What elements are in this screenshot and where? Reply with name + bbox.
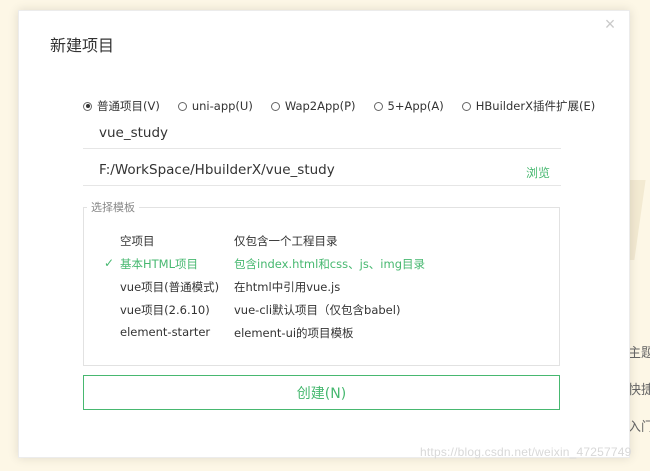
background-menu-shortcuts: 快捷	[628, 383, 650, 398]
project-path-value: F:/WorkSpace/HbuilderX/vue_study	[99, 162, 335, 178]
radio-unchecked-icon	[461, 101, 471, 111]
project-name-input[interactable]: vue_study	[83, 121, 561, 149]
radio-wap2app[interactable]: Wap2App(P)	[270, 99, 356, 113]
template-list: 空项目 仅包含一个工程目录 ✓ 基本HTML项目 包含index.html和cs…	[83, 207, 560, 366]
browse-button[interactable]: 浏览	[526, 164, 550, 181]
project-path-input[interactable]: F:/WorkSpace/HbuilderX/vue_study 浏览	[83, 158, 561, 186]
radio-unchecked-icon	[177, 101, 187, 111]
dialog-title: 新建项目	[50, 36, 115, 55]
template-item-element-starter[interactable]: element-starter element-ui的项目模板	[84, 322, 559, 344]
radio-label: HBuilderX插件扩展(E)	[475, 99, 596, 113]
template-legend: 选择模板	[87, 199, 139, 215]
radio-label: 5+App(A)	[387, 99, 444, 113]
template-item-vue-normal[interactable]: vue项目(普通模式) 在html中引用vue.js	[84, 276, 559, 298]
template-desc: vue-cli默认项目（仅包含babel)	[234, 303, 401, 317]
template-item-empty[interactable]: 空项目 仅包含一个工程目录	[84, 230, 559, 252]
checkmark-icon: ✓	[104, 256, 115, 270]
radio-label: 普通项目(V)	[97, 99, 160, 113]
watermark: https://blog.csdn.net/weixin_47257749	[420, 445, 632, 459]
radio-5plus-app[interactable]: 5+App(A)	[373, 99, 444, 113]
radio-unchecked-icon	[373, 101, 383, 111]
background-menu-theme: 主题	[628, 346, 650, 361]
template-item-basic-html[interactable]: ✓ 基本HTML项目 包含index.html和css、js、img目录	[84, 253, 559, 275]
radio-checked-icon	[83, 101, 92, 111]
template-desc: 在html中引用vue.js	[234, 280, 341, 294]
template-name: element-starter	[120, 325, 211, 339]
project-type-group: 普通项目(V) uni-app(U) Wap2App(P) 5+App(A) H…	[83, 98, 613, 114]
background-menu-intro: 入门	[628, 420, 650, 435]
template-name: vue项目(2.6.10)	[120, 303, 210, 317]
template-name: 基本HTML项目	[120, 257, 199, 271]
template-name: 空项目	[120, 234, 155, 248]
radio-unchecked-icon	[270, 101, 280, 111]
project-name-value: vue_study	[99, 125, 169, 141]
radio-uni-app[interactable]: uni-app(U)	[177, 99, 253, 113]
template-desc: 包含index.html和css、js、img目录	[234, 257, 426, 271]
template-desc: element-ui的项目模板	[234, 326, 354, 340]
radio-hbuilderx-plugin[interactable]: HBuilderX插件扩展(E)	[461, 98, 596, 114]
new-project-dialog: 新建项目 × 普通项目(V) uni-app(U) Wap2App(P) 5+A…	[18, 10, 630, 458]
template-name: vue项目(普通模式)	[120, 280, 220, 294]
radio-label: Wap2App(P)	[284, 99, 356, 113]
radio-label: uni-app(U)	[191, 99, 253, 113]
create-button[interactable]: 创建(N)	[83, 375, 560, 410]
template-desc: 仅包含一个工程目录	[234, 234, 338, 248]
close-icon[interactable]: ×	[601, 15, 619, 33]
template-item-vue-cli[interactable]: vue项目(2.6.10) vue-cli默认项目（仅包含babel)	[84, 299, 559, 321]
radio-normal-project[interactable]: 普通项目(V)	[83, 98, 160, 114]
